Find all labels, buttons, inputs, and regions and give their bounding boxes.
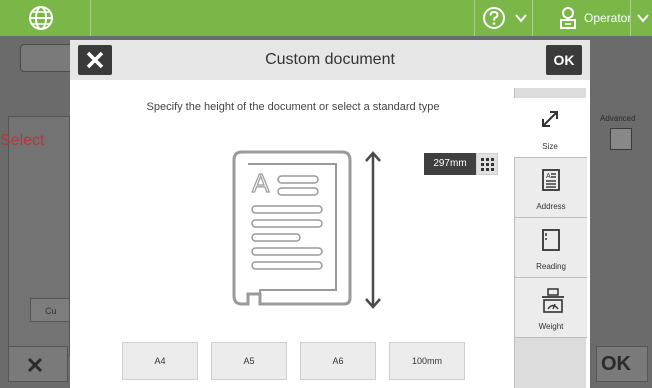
expand-arrows-icon: [542, 111, 558, 127]
tab-weight[interactable]: Weight: [515, 278, 587, 338]
background-ok-button: OK: [596, 346, 648, 382]
svg-text:A: A: [546, 173, 551, 180]
custom-document-dialog: Custom document OK Specify the height of…: [70, 40, 590, 388]
gear-icon: [610, 128, 632, 150]
top-bar: Operator: [0, 0, 652, 36]
background-select-label: Select: [0, 132, 45, 149]
keypad-button[interactable]: [476, 153, 498, 175]
tab-label: Weight: [538, 322, 564, 331]
tab-reading[interactable]: Reading: [515, 218, 587, 278]
background-cu-button: Cu: [30, 298, 70, 322]
chevron-down-icon[interactable]: [514, 11, 528, 25]
back-button: [20, 44, 76, 72]
standard-type-a5-button[interactable]: A5: [211, 342, 287, 380]
keypad-icon: [481, 158, 494, 171]
tab-size[interactable]: Size: [514, 98, 587, 158]
operator-label[interactable]: Operator: [584, 11, 631, 25]
tab-address[interactable]: A Address: [515, 158, 587, 218]
height-arrow-icon: [365, 151, 381, 309]
svg-text:A: A: [252, 168, 270, 198]
background-close-button: [8, 346, 68, 382]
reading-document-icon: [542, 229, 560, 251]
help-icon[interactable]: [482, 6, 506, 30]
separator: [630, 0, 631, 36]
settings-tabs: Size A Address Reading Weight: [514, 88, 587, 388]
tab-label: Reading: [536, 262, 566, 271]
standard-type-a6-button[interactable]: A6: [300, 342, 376, 380]
document-height-illustration: A: [232, 150, 352, 306]
separator: [90, 0, 91, 36]
chevron-down-icon[interactable]: [636, 11, 650, 25]
scale-icon: [542, 288, 564, 313]
tab-label: Size: [542, 142, 558, 151]
address-document-icon: A: [542, 169, 560, 191]
instruction-text: Specify the height of the document or se…: [146, 101, 440, 113]
user-icon[interactable]: [558, 6, 578, 30]
standard-type-a4-button[interactable]: A4: [122, 342, 198, 380]
ok-button[interactable]: OK: [546, 45, 582, 75]
separator: [532, 0, 533, 36]
background-advanced-label: Advanced: [600, 114, 636, 123]
tab-label: Address: [536, 202, 566, 211]
globe-icon[interactable]: [28, 5, 54, 31]
standard-type-100mm-button[interactable]: 100mm: [389, 342, 465, 380]
dialog-title: Custom document: [265, 51, 395, 68]
close-icon: [27, 357, 43, 373]
height-value-field[interactable]: 297mm: [424, 153, 476, 175]
dialog-header: Custom document OK: [70, 40, 590, 80]
separator: [474, 0, 475, 36]
